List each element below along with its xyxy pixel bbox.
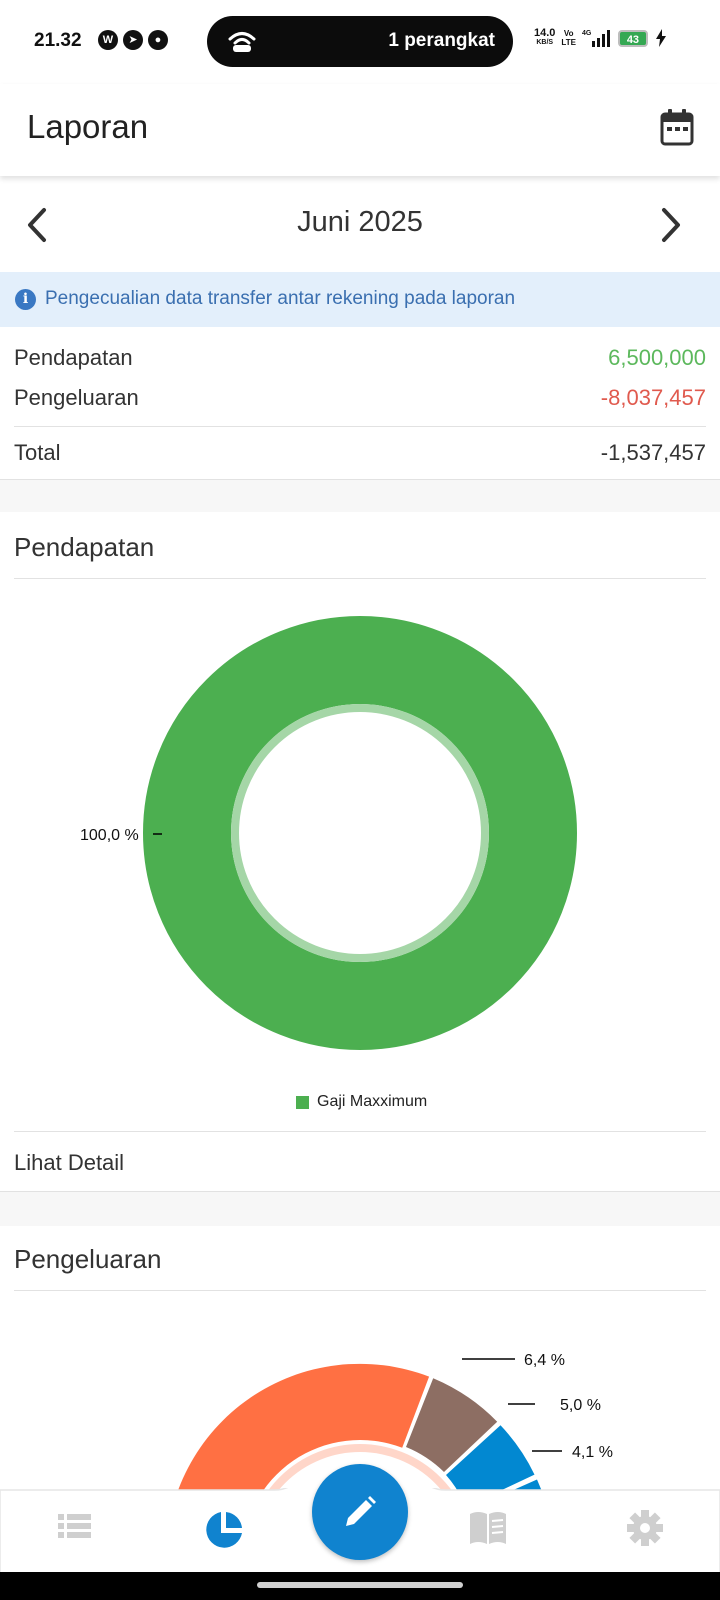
summary-expense-label: Pengeluaran xyxy=(14,385,139,410)
hotspot-text: 1 perangkat xyxy=(388,30,495,51)
section-gap xyxy=(0,480,720,512)
income-donut-inner-ring xyxy=(231,704,489,962)
expense-slice-label-1: 6,4 % xyxy=(524,1352,565,1369)
network-speed: 14.0 KB/S xyxy=(534,27,556,47)
summary-expense-value: -8,037,457 xyxy=(600,385,706,410)
list-icon[interactable] xyxy=(58,1514,91,1538)
info-icon: i xyxy=(15,289,36,310)
summary-divider xyxy=(14,426,706,427)
add-transaction-button[interactable] xyxy=(312,1464,408,1560)
telegram-icon: ➤ xyxy=(123,30,143,50)
income-title-divider xyxy=(14,578,706,579)
signal-icon: 4G xyxy=(582,30,610,47)
section-gap-2 xyxy=(0,1192,720,1226)
month-navigator: Juni 2025 xyxy=(0,176,720,272)
volte-indicator: Vo LTE xyxy=(561,29,576,47)
status-indicators: 14.0 KB/S Vo LTE 4G 43 xyxy=(534,28,668,48)
status-time: 21.32 xyxy=(34,30,82,51)
expense-section-title: Pengeluaran xyxy=(14,1244,162,1274)
expense-title-divider xyxy=(14,1290,706,1291)
hotspot-icon xyxy=(228,32,256,52)
legend-swatch xyxy=(296,1095,309,1109)
page-title: Laporan xyxy=(27,108,149,145)
income-slice-label: 100,0 % xyxy=(80,827,139,844)
summary-income-value: 6,500,000 xyxy=(608,345,706,370)
detail-divider xyxy=(14,1131,706,1132)
expense-slice-label-3: 4,1 % xyxy=(572,1444,613,1461)
pencil-icon xyxy=(346,1496,376,1526)
income-section-title: Pendapatan xyxy=(14,532,155,562)
charging-icon xyxy=(655,29,666,47)
legend-label: Gaji Maxximum xyxy=(317,1093,428,1110)
app-bar: Laporan xyxy=(0,84,720,176)
status-bar: 21.32 W ➤ ● 1 perangkat 14.0 KB/S Vo LTE… xyxy=(0,0,720,84)
hotspot-pill[interactable]: 1 perangkat xyxy=(207,16,513,67)
expense-slice-label-2: 5,0 % xyxy=(560,1397,601,1414)
month-label[interactable]: Juni 2025 xyxy=(0,206,720,239)
info-banner-text: Pengecualian data transfer antar rekenin… xyxy=(45,288,516,309)
summary-income-label: Pendapatan xyxy=(14,345,133,370)
notification-icons: W ➤ ● xyxy=(98,30,168,50)
summary-total-value: -1,537,457 xyxy=(600,440,706,465)
chat-bubble-icon: ● xyxy=(148,30,168,50)
svg-text:4G: 4G xyxy=(582,30,592,37)
chevron-right-icon[interactable] xyxy=(656,206,686,244)
see-detail-link[interactable]: Lihat Detail xyxy=(14,1150,124,1176)
info-banner: i Pengecualian data transfer antar reken… xyxy=(0,272,720,327)
calendar-icon[interactable] xyxy=(660,108,694,146)
whatsapp-icon: W xyxy=(98,30,118,50)
income-legend[interactable]: Gaji Maxximum xyxy=(296,1093,427,1111)
home-indicator[interactable] xyxy=(257,1582,463,1588)
income-donut-chart: 100,0 % xyxy=(80,616,577,1050)
summary-total-label: Total xyxy=(14,440,61,465)
battery-icon: 43 xyxy=(617,29,648,47)
gear-icon[interactable] xyxy=(627,1510,663,1546)
gesture-bar xyxy=(0,1572,720,1600)
